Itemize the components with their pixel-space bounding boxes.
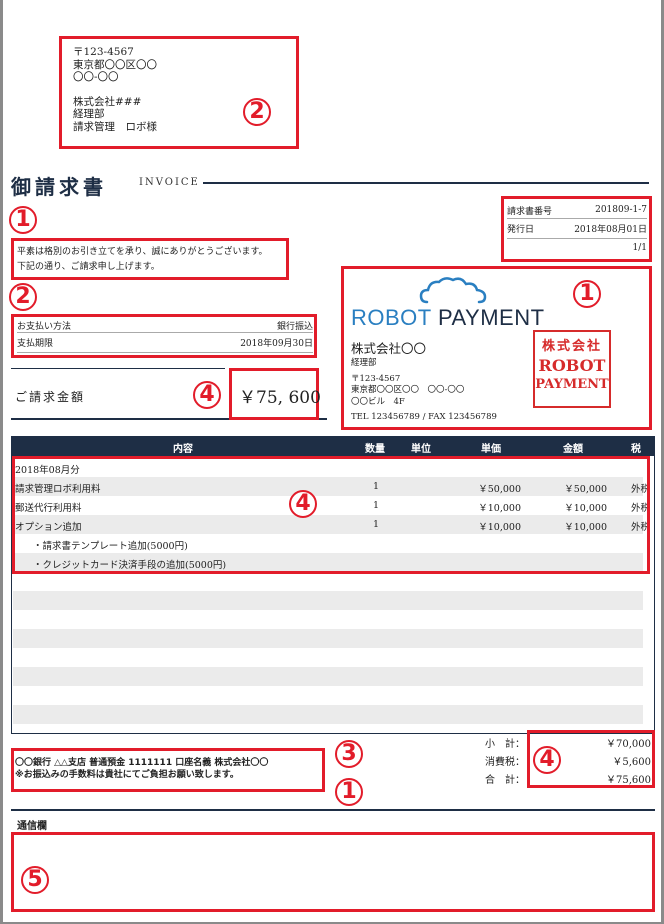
notes-box[interactable]	[11, 832, 655, 912]
table-row-empty	[13, 610, 643, 629]
amount-top-rule	[11, 368, 225, 369]
bank-info: 〇〇銀行 △△支店 普通預金 1111111 口座名義 株式会社〇〇 ※お振込み…	[15, 757, 268, 781]
seal-top: 株式会社	[541, 339, 602, 354]
recipient-address: 〒123-4567 東京都〇〇区〇〇 〇〇-〇〇 株式会社### 経理部 請求管…	[73, 46, 157, 133]
table-row-empty	[13, 629, 643, 648]
col-amount: 金額	[563, 444, 583, 455]
payment-info: お支払い方法 銀行振込 支払期限 2018年09月30日	[17, 318, 313, 353]
page-title: 御請求書	[11, 175, 107, 199]
tax-value: ￥5,600	[612, 757, 651, 768]
greeting-text: 平素は格別のお引き立てを承り、誠にありがとうございます。 下記の通り、ご請求申し…	[17, 245, 268, 275]
due-date-label: 支払期限	[17, 339, 54, 349]
marker-1-issuer: 1	[573, 280, 601, 308]
issue-date: 2018年08月01日	[574, 225, 647, 235]
seal-mid: ROBOT	[538, 356, 606, 375]
col-tax: 税	[631, 444, 641, 455]
recipient-address1: 東京都〇〇区〇〇	[73, 58, 157, 71]
marker-1-bank: 1	[335, 778, 363, 806]
amount-label: ご請求金額	[15, 390, 86, 404]
total-label: 合 計：	[485, 775, 525, 786]
recipient-address2: 〇〇-〇〇	[73, 71, 119, 83]
recipient-person: 請求管理 ロボ様	[73, 120, 157, 133]
invoice-no-label: 請求書番号	[507, 206, 553, 217]
payment-method: 銀行振込	[276, 321, 313, 332]
col-unit: 単位	[411, 444, 431, 455]
col-desc: 内容	[173, 444, 193, 455]
items-table-header: 内容 数量 単位 単価 金額 税	[11, 436, 655, 456]
issuer-contact: TEL 123456789 / FAX 123456789	[351, 412, 497, 422]
logo-text-robot: ROBOT	[351, 305, 432, 330]
page-subtitle: INVOICE	[139, 177, 200, 188]
marker-3: 3	[335, 740, 363, 768]
due-date: 2018年09月30日	[240, 339, 313, 349]
table-row-empty	[13, 667, 643, 686]
marker-2: 2	[243, 98, 271, 126]
total-value: ￥75,600	[606, 775, 651, 786]
totals-labels: 小 計： 消費税： 合 計：	[471, 736, 525, 790]
marker-4-amount: 4	[193, 381, 221, 409]
issuer-dept: 経理部	[351, 358, 377, 368]
marker-1-greeting: 1	[9, 206, 37, 234]
subtotal-value: ￥70,000	[606, 739, 651, 750]
col-qty: 数量	[365, 444, 385, 455]
cloud-logo-icon	[419, 277, 487, 304]
title-rule	[203, 182, 649, 184]
notes-label: 通信欄	[17, 821, 47, 832]
bank-line2: ※お振込みの手数料は貴社にてご負担お願い致します。	[15, 770, 239, 780]
table-row-empty	[13, 686, 643, 705]
items-box	[12, 456, 650, 574]
notes-rule	[11, 809, 655, 811]
issuer-address2: 〇〇ビル 4F	[351, 396, 405, 407]
marker-4-totals: 4	[533, 746, 561, 774]
marker-4-items: 4	[289, 490, 317, 518]
page-count: 1/1	[632, 243, 647, 253]
invoice-page: 〒123-4567 東京都〇〇区〇〇 〇〇-〇〇 株式会社### 経理部 請求管…	[3, 0, 661, 922]
table-row-empty	[13, 591, 643, 610]
issue-date-label: 発行日	[507, 225, 535, 235]
issuer-company: 株式会社〇〇	[351, 341, 427, 356]
company-seal-stamp: 株式会社 ROBOT PAYMENT	[533, 330, 611, 408]
bank-line1: 〇〇銀行 △△支店 普通預金 1111111 口座名義 株式会社〇〇	[15, 758, 269, 768]
table-row-empty	[13, 648, 643, 667]
col-price: 単価	[481, 444, 501, 455]
recipient-postal: 〒123-4567	[73, 46, 134, 58]
marker-5: 5	[21, 866, 49, 894]
issuer-logo: ROBOT PAYMENT	[351, 305, 545, 331]
logo-text-payment: PAYMENT	[437, 305, 545, 330]
totals-values: ￥70,000 ￥5,600 ￥75,600	[583, 736, 651, 790]
payment-method-label: お支払い方法	[17, 321, 72, 332]
issuer-postal: 〒123-4567	[351, 373, 401, 384]
marker-2-payment: 2	[9, 283, 37, 311]
issuer-details: 経理部 〒123-4567 東京都〇〇区〇〇 〇〇-〇〇 〇〇ビル 4F TEL…	[351, 358, 497, 424]
issuer-address1: 東京都〇〇区〇〇 〇〇-〇〇	[351, 385, 465, 395]
invoice-meta: 請求書番号 201809-1-7 発行日 2018年08月01日 1/1	[507, 202, 647, 257]
invoice-no: 201809-1-7	[595, 205, 647, 215]
seal-bot: PAYMENT	[535, 377, 609, 392]
table-row-empty	[13, 705, 643, 724]
table-row-empty	[13, 572, 643, 591]
amount-value: ￥75, 600	[239, 388, 321, 408]
recipient-dept: 経理部	[73, 108, 105, 120]
greeting-line2: 下記の通り、ご請求申し上げます。	[17, 262, 160, 272]
subtotal-label: 小 計：	[485, 739, 525, 750]
recipient-company: 株式会社###	[73, 95, 142, 108]
greeting-line1: 平素は格別のお引き立てを承り、誠にありがとうございます。	[17, 247, 268, 257]
tax-label: 消費税：	[485, 757, 525, 768]
